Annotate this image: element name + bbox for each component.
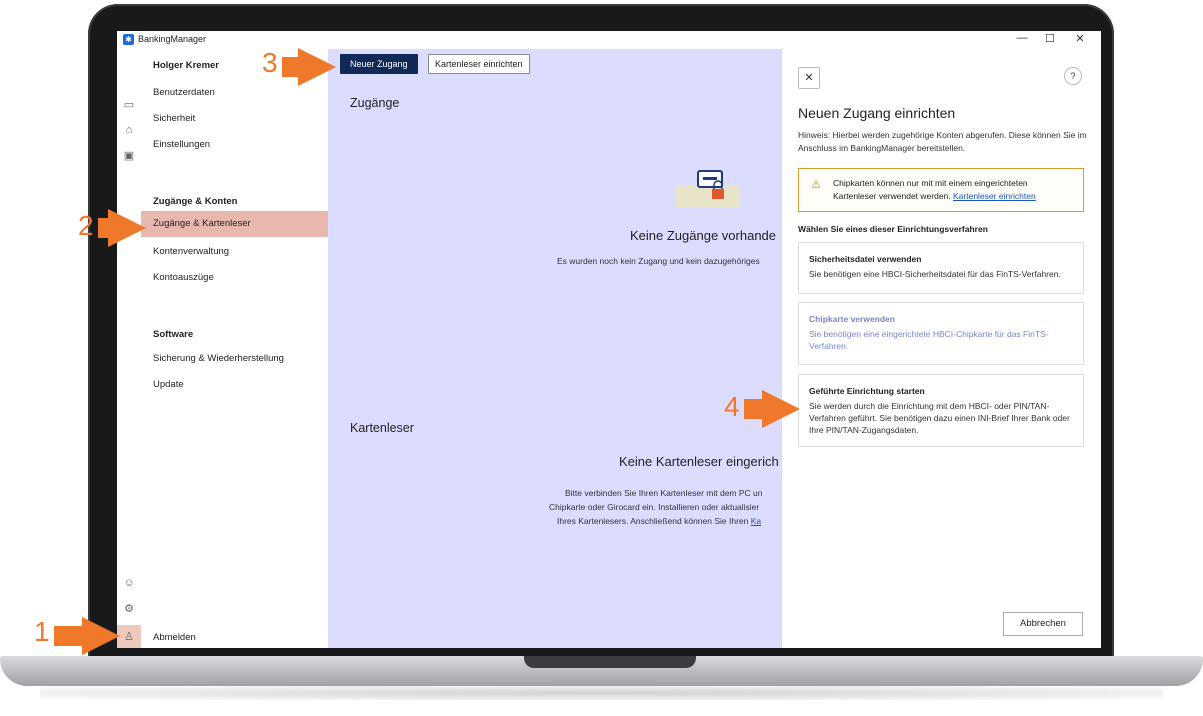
bank-icon[interactable]: ⌂ [121,122,137,138]
card-reader-empty-line3: Ihres Kartenlesers. Anschließend können … [557,514,761,528]
option-description: Sie benötigen eine HBCI-Sicherheitsdatei… [809,269,1061,279]
support-icon[interactable]: ☺ [121,575,137,591]
user-data-icon[interactable]: ▭ [121,97,137,113]
app-logo-icon: ✱ [123,34,134,45]
app-title: BankingManager [138,34,207,44]
setup-reader-link[interactable]: Kartenleser einrichten [953,191,1036,201]
user-name: Holger Kremer [153,60,219,71]
marker-arrow [54,626,84,646]
icon-rail: ▭ ⌂ ▣ ☺ ⚙ ♙ [117,49,141,648]
sidebar-item-benutzerdaten[interactable]: Benutzerdaten [153,87,215,98]
warning-box: ⚠ Chipkarten können nur mit mit einem ei… [798,168,1084,212]
laptop-shadow [40,686,1163,700]
cancel-button[interactable]: Abbrechen [1003,612,1083,636]
card-reader-empty-line3-text: Ihres Kartenlesers. Anschließend können … [557,516,751,526]
settings-monitor-icon[interactable]: ▣ [121,148,137,164]
marker-number: 2 [78,210,94,241]
access-empty-text: Es wurden noch kein Zugang und kein dazu… [557,256,760,266]
sidebar-item-update[interactable]: Update [153,379,184,390]
sidebar-item-kontenverwaltung[interactable]: Kontenverwaltung [153,246,229,257]
marker-arrow-head [762,390,800,428]
card-reader-empty-line2: Chipkarte oder Girocard ein. Installiere… [549,502,760,512]
minimize-button[interactable]: — [1011,32,1033,44]
setup-card-reader-button[interactable]: Kartenleser einrichten [428,54,530,74]
sidebar-item-sicherung[interactable]: Sicherung & Wiederherstellung [153,353,284,364]
section-software-heading: Software [153,329,194,340]
warning-icon: ⚠ [811,179,821,191]
marker-arrow-head [82,617,120,655]
sidebar-item-sicherheit[interactable]: Sicherheit [153,113,195,124]
option-title: Geführte Einrichtung starten [809,386,925,396]
logout-link[interactable]: Abmelden [153,632,196,643]
warning-text: Chipkarten können nur mit mit einem eing… [833,177,1073,203]
panel-hint: Hinweis: Hierbei werden zugehörige Konte… [798,130,1087,153]
option-description: Sie werden durch die Einrichtung mit dem… [809,401,1070,435]
option-chipcard[interactable]: Chipkarte verwenden Sie benötigen eine e… [798,302,1084,365]
new-access-panel: ✕ ? Neuen Zugang einrichten Hinweis: Hie… [781,49,1101,648]
new-access-button[interactable]: Neuer Zugang [340,54,418,74]
empty-access-illustration [676,170,740,207]
access-empty-title: Keine Zugänge vorhande [630,228,777,243]
main-content: Neuer Zugang Kartenleser einrichten Zugä… [328,49,781,648]
card-reader-section-title: Kartenleser [350,421,414,435]
access-section-title: Zugänge [350,96,400,110]
help-icon[interactable]: ? [1064,67,1082,85]
sidebar-item-kontoauszuege[interactable]: Kontoauszüge [153,272,214,283]
marker-number: 4 [724,391,740,422]
option-security-file[interactable]: Sicherheitsdatei verwenden Sie benötigen… [798,242,1084,294]
marker-arrow-head [298,48,336,86]
marker-arrow-head [108,209,146,247]
panel-title: Neuen Zugang einrichten [798,105,956,121]
card-reader-empty-line1: Bitte verbinden Sie Ihren Kartenleser mi… [565,488,763,498]
marker-number: 3 [262,47,278,78]
sidebar-item-zugaenge-kartenleser[interactable]: Zugänge & Kartenleser [141,211,328,237]
option-description: Sie benötigen eine eingerichtete HBCI-Ch… [809,329,1049,351]
marker-arrow [744,399,764,419]
sidebar: Holger Kremer Benutzerdaten Sicherheit E… [141,49,328,648]
gear-icon[interactable]: ⚙ [121,601,137,617]
laptop-notch [524,656,696,668]
logout-user-icon[interactable]: ♙ [117,625,141,648]
option-title: Sicherheitsdatei verwenden [809,254,922,264]
app-window: ✱ BankingManager — ☐ ✕ ▭ ⌂ ▣ ☺ ⚙ ♙ Holge… [117,31,1101,648]
card-reader-empty-title: Keine Kartenleser eingerich [619,454,779,469]
maximize-button[interactable]: ☐ [1039,32,1061,45]
sidebar-item-einstellungen[interactable]: Einstellungen [153,139,210,150]
marker-number: 1 [34,616,50,647]
choose-method-label: Wählen Sie eines dieser Einrichtungsverf… [798,224,988,234]
card-reader-link[interactable]: Ka [751,516,761,526]
option-title: Chipkarte verwenden [809,314,895,324]
option-guided-setup[interactable]: Geführte Einrichtung starten Sie werden … [798,374,1084,447]
close-panel-button[interactable]: ✕ [798,67,820,89]
close-window-button[interactable]: ✕ [1069,32,1091,45]
section-accounts-heading: Zugänge & Konten [153,196,238,207]
